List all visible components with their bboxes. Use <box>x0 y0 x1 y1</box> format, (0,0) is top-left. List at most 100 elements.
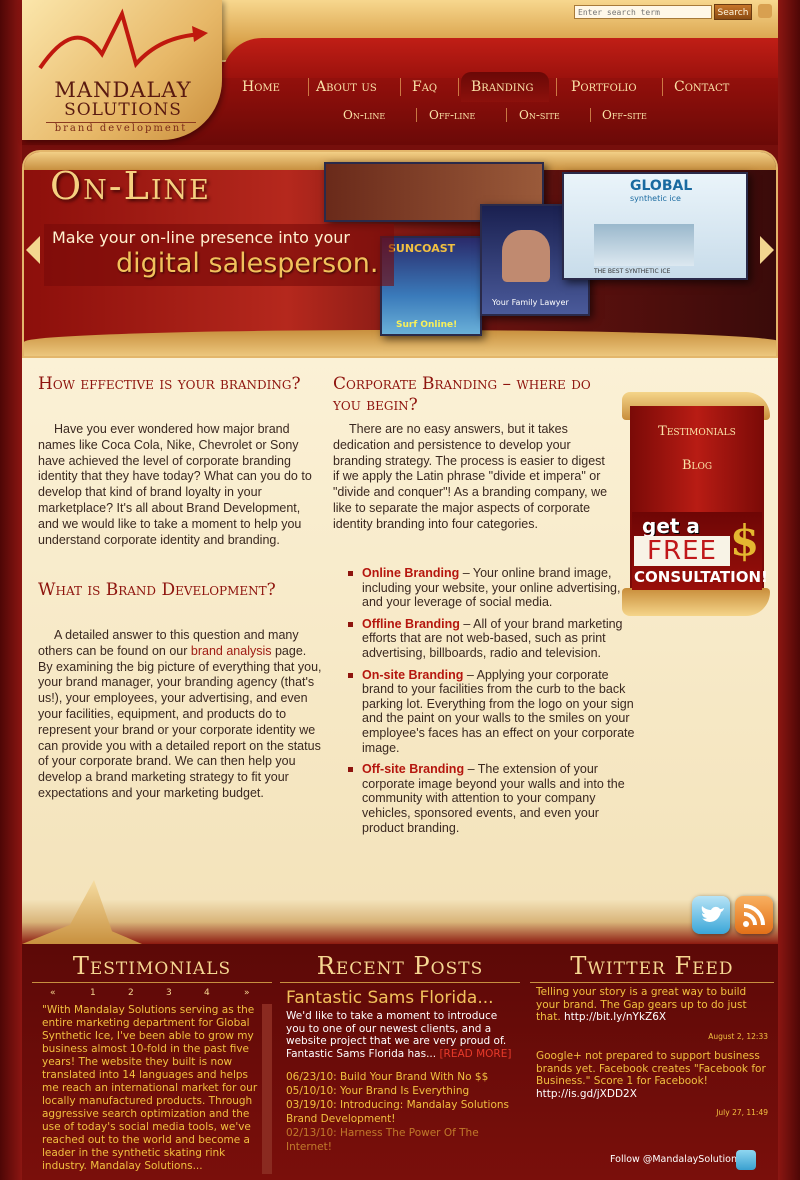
subnav-divider <box>506 108 507 122</box>
nav-divider <box>308 78 309 96</box>
promo-free: FREE <box>634 536 730 566</box>
nav-divider <box>400 78 401 96</box>
para-branding-effective: Have you ever wondered how major brand n… <box>38 422 312 547</box>
pager-page-2[interactable]: 2 <box>128 988 134 998</box>
subnav-divider <box>590 108 591 122</box>
logo[interactable]: MANDALAY SOLUTIONS brand development <box>22 0 222 140</box>
nav-branding[interactable]: Branding <box>471 74 534 100</box>
subnav-onsite[interactable]: On-site <box>519 104 560 126</box>
shot-global-label: GLOBAL <box>630 178 693 194</box>
pager-prev[interactable]: « <box>50 988 56 998</box>
scroll-bottom-curl <box>622 588 770 616</box>
tweet-date: August 2, 12:33 <box>708 1032 768 1041</box>
pager-next[interactable]: » <box>244 988 250 998</box>
banner-line-1: Make your on-line presence into your <box>52 228 350 247</box>
list-item-title[interactable]: Off-site Branding <box>362 762 464 776</box>
shot-best-label: THE BEST SYNTHETIC ICE <box>594 268 671 275</box>
promo-consultation: CONSULTATION! <box>634 568 768 586</box>
nav-home[interactable]: Home <box>242 74 280 100</box>
bullet-icon <box>348 767 353 773</box>
content-bottom-fade <box>22 900 778 944</box>
list-item-title[interactable]: Offline Branding <box>362 617 460 631</box>
bullet-icon <box>348 571 353 576</box>
testimonial-pager: « 1 2 3 4 » <box>32 988 272 1002</box>
footer-recent-posts: Recent Posts Fantastic Sams Florida... W… <box>280 952 520 1178</box>
nav-portfolio[interactable]: Portfolio <box>571 74 637 100</box>
nav-faq[interactable]: Faq <box>412 74 437 100</box>
banner-title: On-Line <box>50 164 211 208</box>
post-link[interactable]: 06/23/10: Build Your Brand With No $$ <box>286 1070 516 1084</box>
sub-nav: On-line Off-line On-site Off-site <box>222 104 778 128</box>
banner-shot-global: GLOBAL synthetic ice THE BEST SYNTHETIC … <box>562 172 748 280</box>
dollar-icon: $ <box>730 516 760 565</box>
rss-waves-icon <box>743 904 765 927</box>
bullet-icon <box>348 672 353 678</box>
pager-page-4[interactable]: 4 <box>204 988 210 998</box>
brand-analysis-link[interactable]: brand analysis <box>191 644 272 658</box>
bullet-icon <box>348 621 353 627</box>
side-testimonials-link[interactable]: Testimonials <box>630 424 764 439</box>
post-list: 06/23/10: Build Your Brand With No $$ 05… <box>286 1070 516 1154</box>
banner-line-2: digital salesperson. <box>116 248 379 279</box>
list-item: On-site Branding – Applying your corpora… <box>348 668 640 756</box>
branding-categories-list: Online Branding – Your online brand imag… <box>348 566 640 842</box>
para-brand-development: A detailed answer to this question and m… <box>38 628 322 802</box>
logo-tagline: brand development <box>46 122 196 134</box>
pager-page-1[interactable]: 1 <box>90 988 96 998</box>
tweet-link[interactable]: http://bit.ly/nYkZ6X <box>564 1011 666 1023</box>
subnav-divider <box>416 108 417 122</box>
post-link[interactable]: 05/10/10: Your Brand Is Everything <box>286 1084 516 1098</box>
hero-banner: SUNCOAST Surf Online! Your Family Lawyer… <box>22 150 778 358</box>
rss-feed-icon[interactable] <box>735 896 773 934</box>
nav-about[interactable]: About us <box>316 74 377 100</box>
tweet: Telling your story is a great way to bui… <box>536 986 768 1024</box>
nav-divider <box>458 78 459 96</box>
tweet-text: Google+ not prepared to support business… <box>536 1050 766 1087</box>
shot-surf-label: Surf Online! <box>396 320 458 330</box>
footer-posts-title: Recent Posts <box>280 952 520 983</box>
footer-testimonials: Testimonials « 1 2 3 4 » "With Mandalay … <box>32 952 272 1178</box>
heading-brand-development: What is Brand Development? <box>38 580 276 600</box>
featured-post-title[interactable]: Fantastic Sams Florida... <box>286 988 494 1008</box>
twitter-bird-icon <box>701 906 724 922</box>
subnav-offline[interactable]: Off-line <box>429 104 475 126</box>
follow-text[interactable]: Follow @MandalaySolutions on <box>610 1154 757 1165</box>
portrait-icon <box>502 230 550 282</box>
promo-get: get a <box>642 514 700 538</box>
testimonial-text: "With Mandalay Solutions serving as the … <box>42 1004 258 1172</box>
featured-post-body: We'd like to take a moment to introduce … <box>286 1010 516 1060</box>
read-more-link[interactable]: [READ MORE] <box>439 1048 511 1060</box>
list-item: Off-site Branding – The extension of you… <box>348 762 640 835</box>
list-item: Online Branding – Your online brand imag… <box>348 566 640 610</box>
twitter-small-icon[interactable] <box>736 1150 756 1170</box>
search-input[interactable] <box>574 5 712 19</box>
main-nav: Home About us Faq Branding Portfolio Con… <box>222 72 778 102</box>
post-link[interactable]: 02/13/10: Harness The Power Of The Inter… <box>286 1126 516 1154</box>
shot-suncoast-label: SUNCOAST <box>388 242 456 255</box>
pager-page-3[interactable]: 3 <box>166 988 172 998</box>
tweet-date: July 27, 11:49 <box>716 1108 768 1117</box>
side-blog-link[interactable]: Blog <box>630 458 764 473</box>
nav-divider <box>662 78 663 96</box>
subnav-offsite[interactable]: Off-site <box>602 104 647 126</box>
twitter-icon[interactable] <box>692 896 730 934</box>
search-button[interactable]: Search <box>714 4 752 20</box>
list-item-title[interactable]: On-site Branding <box>362 668 463 682</box>
free-consultation-button[interactable]: get a FREE $ CONSULTATION! <box>632 512 768 590</box>
shot-lawyer-label: Your Family Lawyer <box>492 298 569 307</box>
site-footer: Testimonials « 1 2 3 4 » "With Mandalay … <box>22 944 778 1180</box>
subnav-online[interactable]: On-line <box>343 104 385 126</box>
testimonial-scrollbar[interactable] <box>262 1004 272 1174</box>
heading-branding-effective: How effective is your branding? <box>38 374 301 394</box>
banner-prev-arrow-icon[interactable] <box>26 236 40 264</box>
rss-icon[interactable] <box>758 4 772 18</box>
left-frame <box>0 0 22 1180</box>
post-link[interactable]: 03/19/10: Introducing: Mandalay Solution… <box>286 1098 516 1126</box>
tweet-link[interactable]: http://is.gd/jXDD2X <box>536 1088 637 1100</box>
tweet: Google+ not prepared to support business… <box>536 1050 768 1100</box>
nav-contact[interactable]: Contact <box>674 74 729 100</box>
banner-next-arrow-icon[interactable] <box>760 236 774 264</box>
page: Search MANDALAY SOLUTIONS brand developm… <box>0 0 800 1180</box>
logo-swoosh-icon <box>38 8 208 70</box>
list-item-title[interactable]: Online Branding <box>362 566 459 580</box>
